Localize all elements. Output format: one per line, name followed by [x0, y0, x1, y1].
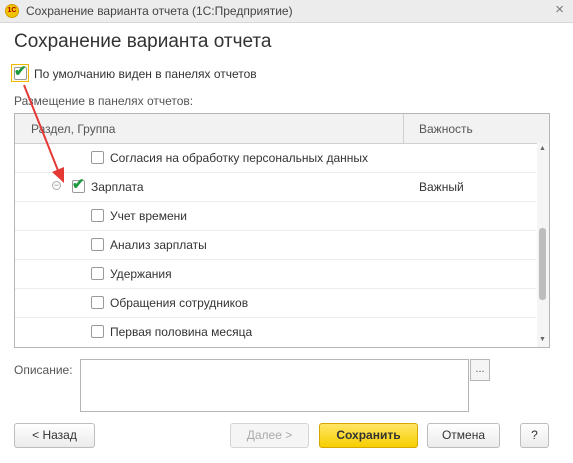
- tree-row[interactable]: Согласия на обработку персональных данны…: [15, 143, 536, 173]
- column-header-importance[interactable]: Важность: [419, 122, 473, 136]
- tree-row[interactable]: Первая половина месяца: [15, 317, 536, 346]
- row-checkbox[interactable]: [91, 296, 104, 309]
- row-label: Учет времени: [110, 209, 187, 223]
- close-icon[interactable]: ×: [555, 2, 564, 18]
- next-button[interactable]: Далее >: [230, 423, 309, 448]
- checkbox-box: ✔: [14, 63, 27, 80]
- row-checkbox[interactable]: [91, 209, 104, 222]
- scroll-down-icon[interactable]: ▼: [539, 336, 546, 343]
- row-label: Согласия на обработку персональных данны…: [110, 151, 369, 165]
- save-button[interactable]: Сохранить: [319, 423, 418, 448]
- default-visible-checkbox[interactable]: ✔: [11, 64, 29, 82]
- collapse-icon[interactable]: −: [52, 181, 61, 190]
- tree-row[interactable]: Обращения сотрудников: [15, 288, 536, 318]
- row-label: Анализ зарплаты: [110, 238, 207, 252]
- description-field[interactable]: [80, 359, 469, 412]
- back-button[interactable]: < Назад: [14, 423, 95, 448]
- placement-label: Размещение в панелях отчетов:: [14, 94, 194, 108]
- row-label: Обращения сотрудников: [110, 296, 249, 310]
- scroll-up-icon[interactable]: ▲: [539, 145, 546, 152]
- description-label: Описание:: [14, 363, 73, 377]
- column-header-section[interactable]: Раздел, Группа: [31, 122, 115, 136]
- help-button[interactable]: ?: [520, 423, 549, 448]
- column-divider[interactable]: [403, 114, 404, 143]
- page-title: Сохранение варианта отчета: [14, 31, 272, 52]
- row-checkbox[interactable]: [91, 267, 104, 280]
- check-icon: ✔: [72, 176, 85, 193]
- row-checkbox[interactable]: [91, 325, 104, 338]
- row-label: Удержания: [110, 267, 172, 281]
- placement-tree[interactable]: Раздел, Группа Важность Согласия на обра…: [14, 113, 550, 348]
- row-label: Первая половина месяца: [110, 325, 253, 339]
- tree-row[interactable]: Учет времени: [15, 201, 536, 231]
- description-select-button[interactable]: ...: [470, 359, 490, 381]
- window-titlebar: 1С Сохранение варианта отчета (1С:Предпр…: [0, 0, 573, 23]
- tree-row[interactable]: Удержания: [15, 259, 536, 289]
- row-checkbox[interactable]: [91, 238, 104, 251]
- check-icon: ✔: [14, 63, 27, 80]
- cancel-button[interactable]: Отмена: [427, 423, 500, 448]
- tree-header: Раздел, Группа Важность: [15, 114, 549, 144]
- tree-row[interactable]: Анализ зарплаты: [15, 230, 536, 260]
- tree-scrollbar[interactable]: ▲ ▼: [537, 143, 549, 347]
- default-visible-label[interactable]: По умолчанию виден в панелях отчетов: [34, 67, 257, 81]
- row-checkbox[interactable]: ✔: [72, 176, 85, 193]
- app-logo-icon: 1С: [5, 4, 19, 18]
- window-title: Сохранение варианта отчета (1С:Предприят…: [26, 4, 293, 18]
- row-importance: Важный: [419, 180, 464, 194]
- scroll-thumb[interactable]: [539, 228, 546, 300]
- row-checkbox[interactable]: [91, 151, 104, 164]
- tree-row[interactable]: − ✔ Зарплата Важный: [15, 172, 536, 202]
- row-label: Зарплата: [91, 180, 144, 194]
